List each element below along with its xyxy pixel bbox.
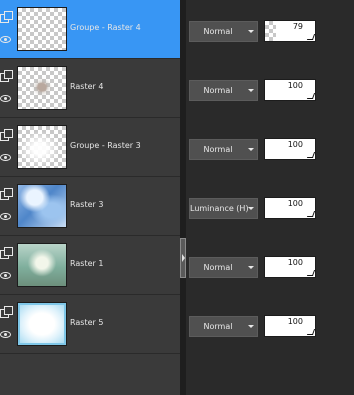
layer-name: Raster 1 xyxy=(70,259,104,268)
layer-thumbnail xyxy=(17,7,67,51)
chevron-down-icon xyxy=(248,30,254,33)
layer-name: Groupe - Raster 4 xyxy=(70,23,141,32)
opacity-value: 100 xyxy=(287,199,303,208)
layer-row-icons xyxy=(0,0,14,58)
blend-mode-value: Normal xyxy=(203,27,233,36)
opacity-field[interactable]: 100 xyxy=(264,256,316,278)
opacity-value: 100 xyxy=(287,317,303,326)
eye-icon[interactable] xyxy=(0,331,11,338)
opacity-field[interactable]: 100 xyxy=(264,197,316,219)
blend-mode-dropdown[interactable]: Normal xyxy=(189,80,258,101)
layer-row[interactable]: Raster 5 xyxy=(0,295,180,354)
eye-icon[interactable] xyxy=(0,272,11,279)
opacity-value: 100 xyxy=(287,81,303,90)
layer-row[interactable]: Groupe - Raster 3 xyxy=(0,118,180,177)
thumbnail-art xyxy=(18,67,66,109)
blend-mode-dropdown[interactable]: Luminance (H) xyxy=(189,198,258,219)
eye-icon[interactable] xyxy=(0,154,11,161)
layer-row-icons xyxy=(0,177,14,235)
opacity-value: 100 xyxy=(287,140,303,149)
layer-row-icons xyxy=(0,59,14,117)
chevron-down-icon xyxy=(248,266,254,269)
blend-mode-value: Normal xyxy=(203,86,233,95)
layer-row[interactable]: Raster 1 xyxy=(0,236,180,295)
layer-row[interactable]: Groupe - Raster 4 xyxy=(0,0,180,59)
chevron-down-icon xyxy=(248,89,254,92)
opacity-field[interactable]: 100 xyxy=(264,79,316,101)
layer-group-icon xyxy=(0,11,13,23)
blend-mode-dropdown[interactable]: Normal xyxy=(189,316,258,337)
layer-group-icon xyxy=(0,188,13,200)
blend-mode-dropdown[interactable]: Normal xyxy=(189,139,258,160)
layer-name: Raster 5 xyxy=(70,318,104,327)
blend-mode-value: Normal xyxy=(203,145,233,154)
panel-splitter[interactable] xyxy=(180,0,186,395)
blend-mode-value: Normal xyxy=(203,322,233,331)
chevron-down-icon xyxy=(248,148,254,151)
opacity-field[interactable]: 79 xyxy=(264,20,316,42)
layer-thumbnail xyxy=(17,66,67,110)
layer-name: Raster 4 xyxy=(70,82,104,91)
layer-name: Raster 3 xyxy=(70,200,104,209)
layer-group-icon xyxy=(0,129,13,141)
layer-thumbnail xyxy=(17,125,67,169)
layer-thumbnail xyxy=(17,302,67,346)
chevron-down-icon xyxy=(248,325,254,328)
blend-mode-value: Normal xyxy=(203,263,233,272)
layer-thumbnail xyxy=(17,243,67,287)
thumbnail-art xyxy=(18,185,66,227)
layer-row[interactable]: Raster 3 xyxy=(0,177,180,236)
layer-row-icons xyxy=(0,295,14,353)
eye-icon[interactable] xyxy=(0,36,11,43)
eye-icon[interactable] xyxy=(0,213,11,220)
eye-icon[interactable] xyxy=(0,95,11,102)
opacity-value: 79 xyxy=(292,22,303,31)
layer-name: Groupe - Raster 3 xyxy=(70,141,141,150)
layer-row-icons xyxy=(0,236,14,294)
opacity-field[interactable]: 100 xyxy=(264,315,316,337)
thumbnail-art xyxy=(18,126,66,168)
layer-group-icon xyxy=(0,306,13,318)
opacity-field[interactable]: 100 xyxy=(264,138,316,160)
layer-group-icon xyxy=(0,70,13,82)
blend-mode-dropdown[interactable]: Normal xyxy=(189,257,258,278)
layer-group-icon xyxy=(0,247,13,259)
opacity-value: 100 xyxy=(287,258,303,267)
splitter-toggle-icon[interactable] xyxy=(180,238,186,278)
layer-row-icons xyxy=(0,118,14,176)
thumbnail-art xyxy=(18,303,66,345)
thumbnail-art xyxy=(18,244,66,286)
chevron-down-icon xyxy=(248,207,254,210)
layer-thumbnail xyxy=(17,184,67,228)
layer-row[interactable]: Raster 4 xyxy=(0,59,180,118)
blend-mode-dropdown[interactable]: Normal xyxy=(189,21,258,42)
layer-list-empty-area xyxy=(0,354,180,395)
blend-mode-value: Luminance (H) xyxy=(190,204,249,213)
